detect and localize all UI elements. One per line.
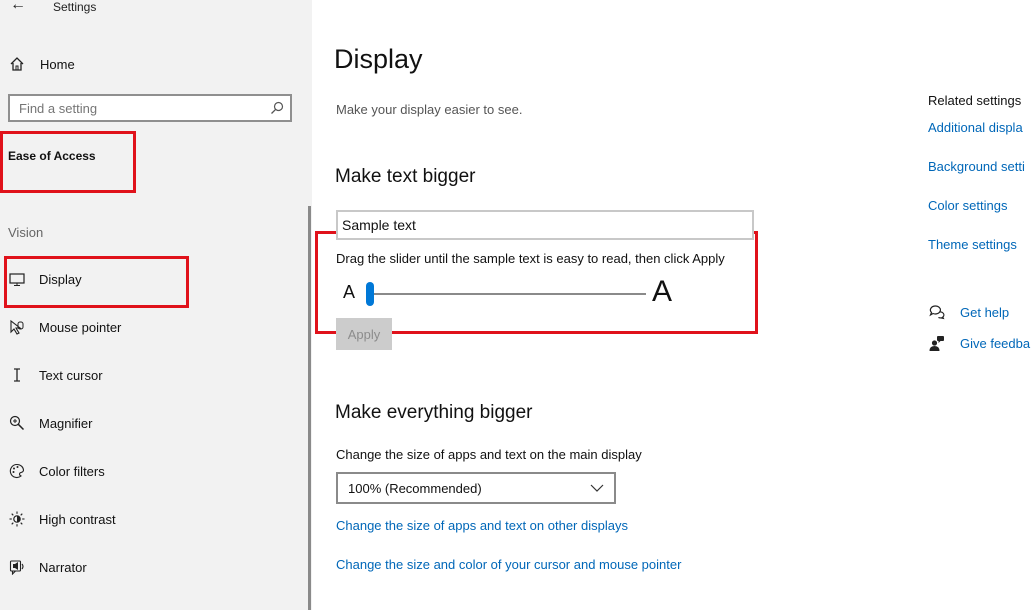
mouse-pointer-icon [8, 318, 26, 336]
sidebar-scrollbar[interactable] [308, 206, 311, 610]
other-displays-link[interactable]: Change the size of apps and text on othe… [336, 518, 628, 533]
related-link-background[interactable]: Background setti [928, 159, 1025, 174]
give-feedback-link[interactable]: Give feedba [928, 334, 1030, 352]
home-label: Home [40, 56, 75, 72]
slider-max-label: A [652, 275, 673, 308]
search-box[interactable] [8, 94, 292, 122]
sidebar-item-label: Text cursor [39, 367, 103, 383]
give-feedback-label: Give feedba [960, 335, 1031, 351]
cursor-settings-link[interactable]: Change the size and color of your cursor… [336, 557, 681, 572]
search-icon[interactable] [268, 101, 286, 115]
related-link-color[interactable]: Color settings [928, 198, 1007, 213]
sidebar: ← Settings Home Ease of Access Vision Di… [0, 0, 312, 610]
get-help-link[interactable]: Get help [928, 303, 1009, 321]
sidebar-item-label: Narrator [39, 559, 87, 575]
sidebar-item-mouse-pointer[interactable]: Mouse pointer [8, 315, 121, 339]
sidebar-item-label: Color filters [39, 463, 105, 479]
text-size-slider-track[interactable] [370, 293, 646, 295]
sidebar-item-high-contrast[interactable]: High contrast [8, 507, 116, 531]
feedback-person-icon [928, 334, 946, 352]
sidebar-item-home[interactable]: Home [8, 53, 75, 75]
apply-button[interactable]: Apply [336, 318, 392, 350]
sidebar-item-narrator[interactable]: Narrator [8, 555, 87, 579]
related-link-theme[interactable]: Theme settings [928, 237, 1017, 252]
sidebar-item-label: Mouse pointer [39, 319, 122, 335]
color-filters-icon [8, 462, 26, 480]
text-size-slider-thumb[interactable] [366, 282, 374, 306]
related-settings-title: Related settings [928, 93, 1022, 108]
window-title: Settings [53, 0, 97, 14]
sidebar-item-display[interactable]: Display [8, 267, 82, 291]
magnifier-icon [8, 414, 26, 432]
sidebar-item-label: Display [39, 271, 82, 287]
group-label: Vision [8, 225, 44, 240]
sidebar-item-color-filters[interactable]: Color filters [8, 459, 105, 483]
narrator-icon [8, 558, 26, 576]
text-cursor-icon [8, 366, 26, 384]
everything-bigger-heading: Make everything bigger [335, 402, 533, 423]
home-icon [8, 55, 26, 73]
search-input[interactable] [10, 96, 268, 120]
page-subtitle: Make your display easier to see. [336, 102, 523, 117]
sidebar-item-label: Magnifier [39, 415, 93, 431]
sidebar-item-text-cursor[interactable]: Text cursor [8, 363, 103, 387]
scale-description: Change the size of apps and text on the … [336, 447, 642, 462]
sample-text-preview: Sample text [336, 210, 754, 240]
slider-instruction: Drag the slider until the sample text is… [336, 251, 725, 266]
chevron-down-icon [590, 479, 604, 497]
related-link-additional-display[interactable]: Additional displa [928, 120, 1023, 135]
scale-dropdown[interactable]: 100% (Recommended) [336, 472, 616, 504]
sidebar-item-label: High contrast [39, 511, 116, 527]
page-title: Display [334, 44, 423, 74]
help-chat-icon [928, 303, 946, 321]
text-bigger-heading: Make text bigger [335, 166, 476, 187]
sidebar-item-magnifier[interactable]: Magnifier [8, 411, 92, 435]
get-help-label: Get help [960, 304, 1010, 320]
section-title: Ease of Access [8, 149, 96, 163]
high-contrast-icon [8, 510, 26, 528]
slider-min-label: A [343, 282, 356, 302]
scale-dropdown-value: 100% (Recommended) [348, 480, 482, 496]
back-arrow-icon[interactable]: ← [10, 0, 26, 14]
monitor-icon [8, 270, 26, 288]
